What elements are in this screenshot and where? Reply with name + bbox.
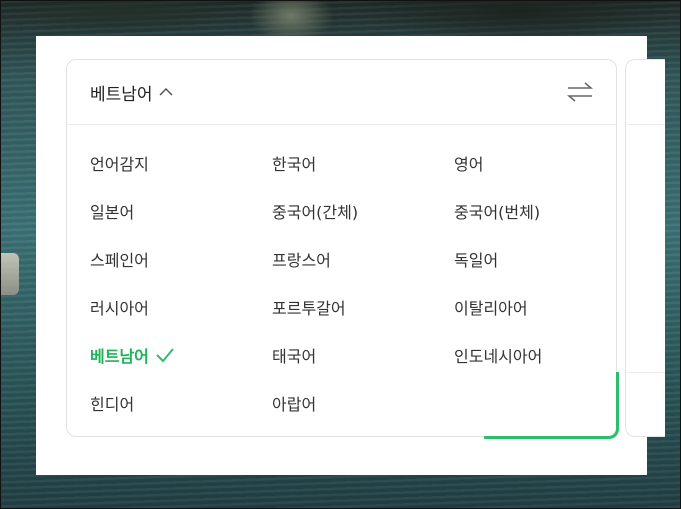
language-option-label: 아랍어 bbox=[272, 395, 317, 414]
target-panel-edge bbox=[625, 59, 665, 437]
language-option[interactable]: 태국어 bbox=[272, 331, 454, 379]
language-option-label: 프랑스어 bbox=[272, 251, 331, 270]
divider bbox=[626, 124, 665, 125]
language-dropdown-header: 베트남어 bbox=[67, 60, 616, 125]
language-option[interactable]: 베트남어 bbox=[90, 331, 272, 379]
check-icon bbox=[155, 347, 175, 363]
language-option[interactable]: 영어 bbox=[454, 139, 604, 187]
language-option-label: 영어 bbox=[454, 155, 484, 174]
language-option[interactable]: 한국어 bbox=[272, 139, 454, 187]
source-language-label: 베트남어 bbox=[90, 84, 153, 105]
language-option-label: 중국어(번체) bbox=[454, 203, 541, 222]
language-option[interactable]: 이탈리아어 bbox=[454, 283, 604, 331]
language-option[interactable]: 일본어 bbox=[90, 187, 272, 235]
language-option-label: 포르투갈어 bbox=[272, 299, 346, 318]
language-option[interactable]: 독일어 bbox=[454, 235, 604, 283]
chevron-up-icon bbox=[159, 87, 173, 97]
language-option-label: 힌디어 bbox=[90, 395, 135, 414]
background-boat bbox=[1, 253, 19, 295]
language-option-label: 스페인어 bbox=[90, 251, 149, 270]
language-option-label: 중국어(간체) bbox=[272, 203, 359, 222]
language-option[interactable]: 아랍어 bbox=[272, 379, 454, 427]
translator-panel: 베트남어 언어감지 한국어 영어일본어 중국어(간체) 중국어(번체) 스페인어 프랑스어 독… bbox=[36, 36, 665, 475]
language-option[interactable]: 언어감지 bbox=[90, 139, 272, 187]
language-option[interactable]: 러시아어 bbox=[90, 283, 272, 331]
language-option[interactable]: 힌디어 bbox=[90, 379, 272, 427]
swap-arrows-icon[interactable] bbox=[566, 81, 594, 103]
language-dropdown-card: 베트남어 언어감지 한국어 영어일본어 중국어(간체) 중국어(번체) 스페인어 프랑스어 독… bbox=[66, 59, 619, 439]
language-option-label: 언어감지 bbox=[90, 155, 149, 174]
language-option-label: 인도네시아어 bbox=[454, 347, 543, 366]
language-option-label: 태국어 bbox=[272, 347, 317, 366]
source-language-selector[interactable]: 베트남어 bbox=[90, 80, 173, 105]
language-option[interactable]: 중국어(번체) bbox=[454, 187, 604, 235]
language-option-label: 러시아어 bbox=[90, 299, 149, 318]
language-option[interactable]: 중국어(간체) bbox=[272, 187, 454, 235]
language-option-label: 이탈리아어 bbox=[454, 299, 528, 318]
divider bbox=[626, 372, 665, 373]
language-option[interactable]: 스페인어 bbox=[90, 235, 272, 283]
language-option-label: 일본어 bbox=[90, 203, 135, 222]
language-option-label: 한국어 bbox=[272, 155, 317, 174]
focus-accent-border bbox=[484, 372, 619, 439]
language-option-label: 독일어 bbox=[454, 251, 499, 270]
language-option[interactable]: 프랑스어 bbox=[272, 235, 454, 283]
language-option-label: 베트남어 bbox=[90, 347, 149, 366]
language-option[interactable]: 포르투갈어 bbox=[272, 283, 454, 331]
